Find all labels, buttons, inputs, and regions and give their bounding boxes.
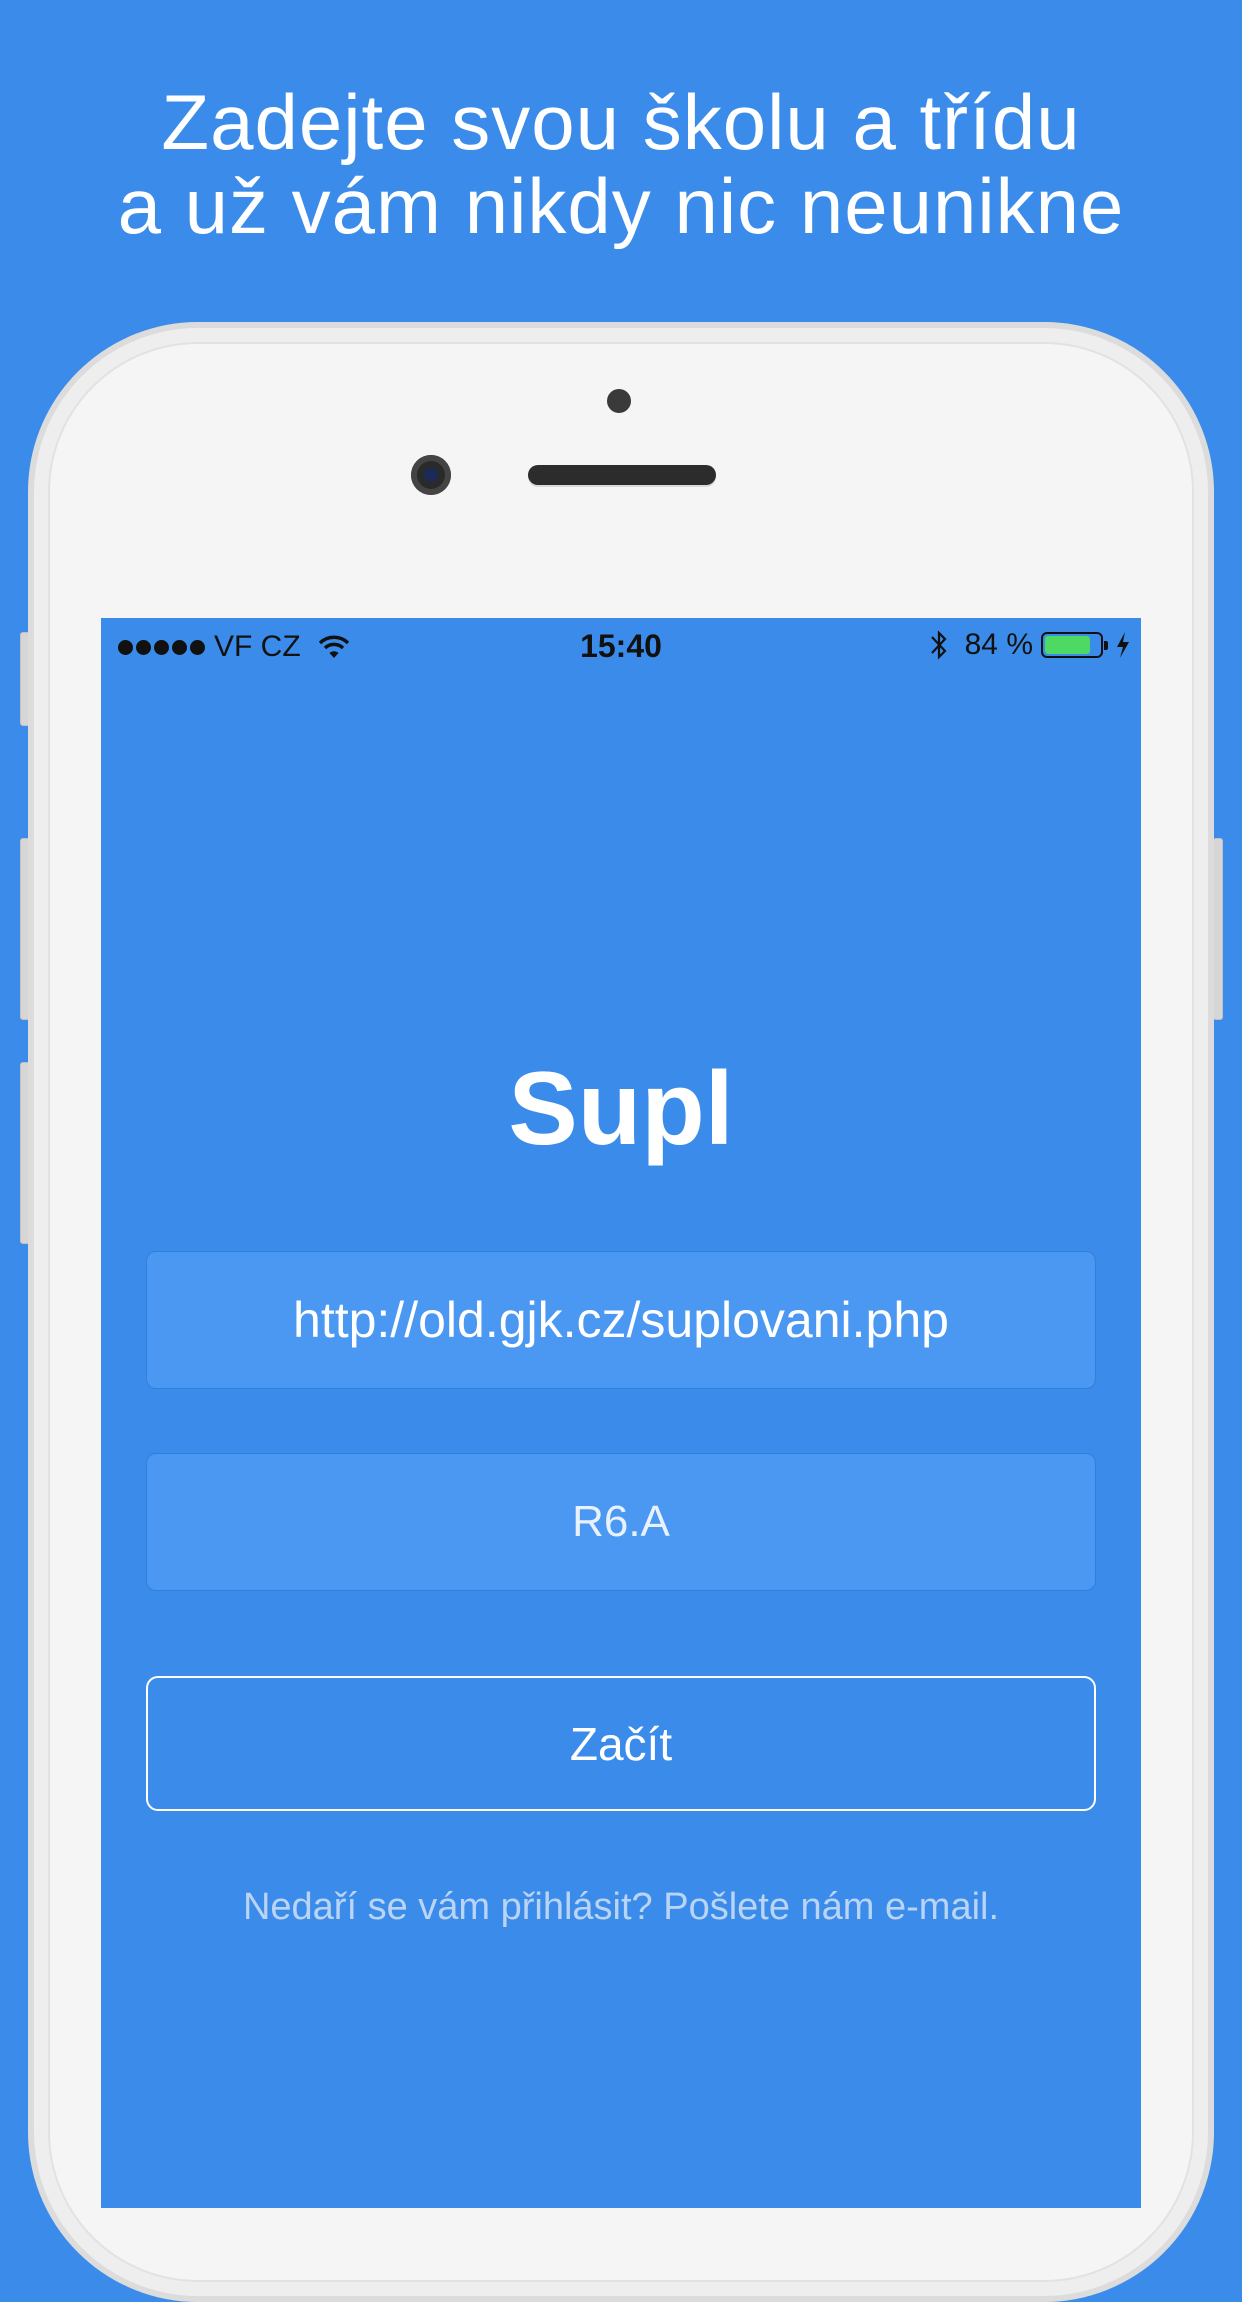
status-bar-right: 84 % xyxy=(929,628,1131,662)
front-camera xyxy=(411,455,451,495)
headline-line-2: a už vám nikdy nic neunikne xyxy=(117,162,1125,250)
phone-power-button xyxy=(1213,838,1223,1020)
start-button[interactable]: Začít xyxy=(146,1676,1096,1811)
promo-headline: Zadejte svou školu a třídu a už vám nikd… xyxy=(0,80,1242,248)
class-input[interactable] xyxy=(146,1453,1096,1591)
status-bar: VF CZ 15:40 84 % xyxy=(101,618,1141,676)
login-help-email-link[interactable]: Nedaří se vám přihlásit? Pošlete nám e-m… xyxy=(101,1886,1141,1929)
headline-line-1: Zadejte svou školu a třídu xyxy=(161,78,1081,166)
proximity-sensor xyxy=(607,389,631,413)
school-url-input[interactable] xyxy=(146,1251,1096,1389)
earpiece-speaker xyxy=(528,465,716,485)
phone-screen: VF CZ 15:40 84 % Supl Začít Nedaří xyxy=(101,618,1141,2208)
app-title: Supl xyxy=(508,1051,734,1167)
battery-percentage: 84 % xyxy=(964,628,1033,661)
battery-level-fill xyxy=(1045,636,1091,654)
battery-icon xyxy=(1041,632,1108,658)
bluetooth-icon xyxy=(930,630,947,660)
charging-bolt-icon xyxy=(1117,632,1129,658)
